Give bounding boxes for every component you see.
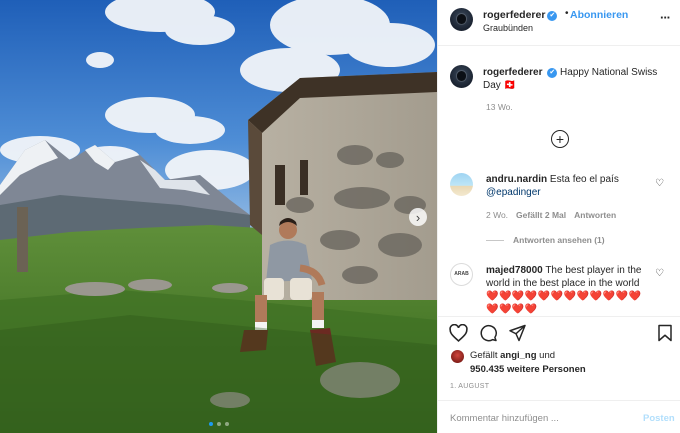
comment-reply-button[interactable]: Antworten — [574, 210, 616, 220]
comment-avatar[interactable]: ARAB — [450, 263, 473, 286]
comment-like-heart-icon[interactable]: ♡ — [655, 268, 664, 279]
comment-username[interactable]: majed78000 — [486, 265, 543, 276]
comment-timestamp[interactable]: 2 Wo. — [486, 210, 508, 220]
chevron-right-icon: › — [415, 209, 421, 225]
likes-prefix: Gefällt — [470, 350, 498, 361]
view-replies-button[interactable]: Antworten ansehen (1) — [486, 235, 605, 245]
follow-button[interactable]: Abonnieren — [570, 9, 628, 21]
post-header: rogerfederer ✔ • Abonnieren Graubünden ··… — [438, 0, 680, 46]
comment-bar: Kommentar hinzufügen ... Posten — [438, 400, 680, 433]
comment-input[interactable]: Kommentar hinzufügen ... — [450, 413, 559, 424]
carousel-dot-active — [208, 422, 213, 426]
comment-mention[interactable]: @epadinger — [486, 187, 541, 198]
comment-avatar[interactable] — [450, 173, 473, 196]
likes-count[interactable]: 950.435 weitere Personen — [470, 364, 586, 375]
carousel-dot — [216, 422, 221, 426]
likes-line: Gefällt angi_ng und — [470, 350, 555, 361]
likes-joiner: und — [539, 350, 556, 361]
next-photo-button[interactable]: › — [409, 208, 427, 226]
post-caption: rogerfederer ✔ Happy National Swiss Day … — [483, 66, 668, 92]
carousel-dots — [0, 422, 437, 426]
bookmark-icon[interactable] — [657, 324, 673, 342]
comment-text: Esta feo el país — [549, 174, 619, 185]
post-sidebar: rogerfederer ✔ • Abonnieren Graubünden ··… — [437, 0, 680, 433]
more-icon[interactable]: ··· — [660, 10, 671, 25]
liker-avatar[interactable] — [451, 350, 464, 363]
comment-item: andru.nardin Esta feo el país @epadinger — [486, 173, 646, 199]
actions-divider — [438, 316, 680, 317]
share-icon[interactable] — [508, 324, 527, 342]
post-date[interactable]: 1. AUGUST — [450, 383, 489, 390]
location-link[interactable]: Graubünden — [483, 23, 533, 33]
plus-circle-icon: + — [555, 131, 565, 147]
comment-username[interactable]: andru.nardin — [486, 174, 547, 185]
header-username[interactable]: rogerfederer ✔ — [483, 9, 558, 21]
post-comment-button[interactable]: Posten — [643, 413, 675, 424]
comment-meta: 2 Wo. Gefällt 2 Mal Antworten — [486, 210, 616, 220]
swiss-flag-emoji: 🇨🇭 — [503, 80, 517, 91]
carousel-dot — [224, 422, 229, 426]
comment-likes[interactable]: Gefällt 2 Mal — [516, 210, 566, 220]
comment-icon[interactable] — [479, 324, 498, 342]
comment-like-heart-icon[interactable]: ♡ — [655, 178, 664, 189]
heart-emojis: ❤️❤️❤️❤️❤️❤️❤️❤️❤️❤️❤️❤️❤️❤️❤️❤️ — [486, 291, 642, 315]
comment-item: majed78000 The best player in the world … — [486, 264, 651, 316]
view-replies-label: Antworten ansehen (1) — [513, 235, 605, 245]
verified-icon: ✔ — [547, 68, 558, 78]
username-text[interactable]: rogerfederer — [483, 9, 545, 21]
liker-username[interactable]: angi_ng — [500, 350, 536, 361]
heart-icon[interactable] — [449, 324, 468, 342]
photo-illustration — [0, 0, 437, 433]
caption-username[interactable]: rogerfederer — [483, 67, 542, 78]
caption-avatar[interactable] — [450, 65, 473, 88]
post-photo[interactable]: › — [0, 0, 437, 433]
caption-timestamp[interactable]: 13 Wo. — [486, 102, 513, 112]
avatar[interactable] — [450, 8, 473, 31]
separator-dot: • — [565, 8, 569, 19]
verified-icon: ✔ — [547, 11, 558, 21]
replies-divider — [486, 239, 504, 241]
load-more-comments-button[interactable]: + — [551, 130, 569, 148]
